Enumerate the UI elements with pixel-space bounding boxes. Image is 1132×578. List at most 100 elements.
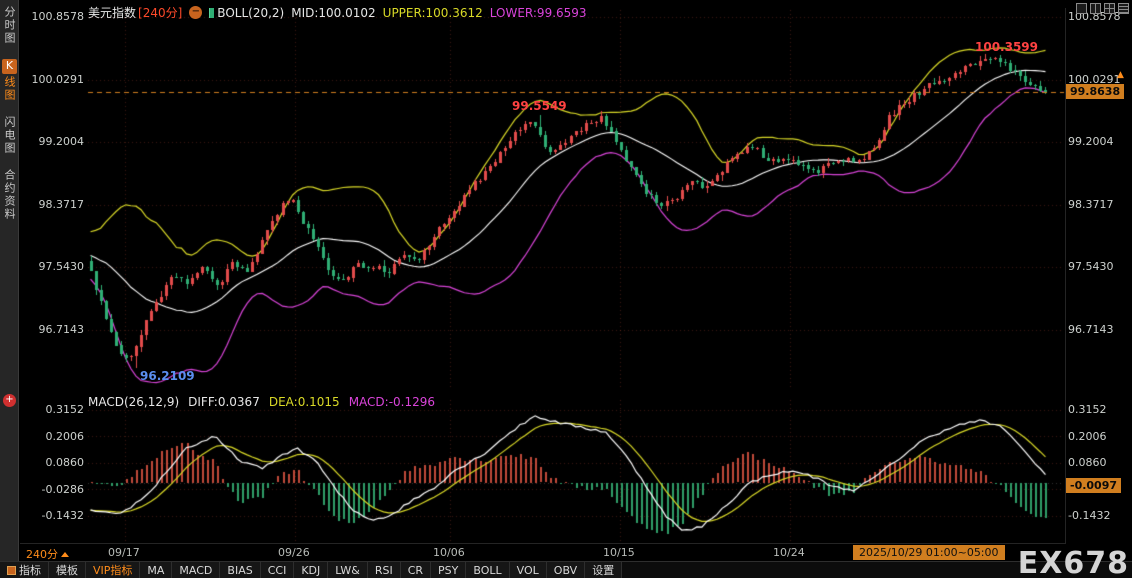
price-axis-label: 98.3717 bbox=[38, 198, 85, 211]
toolbar-button-label: 设置 bbox=[592, 564, 615, 577]
annotation-swing-high: 99.5549 bbox=[512, 99, 567, 113]
k-badge: K bbox=[2, 59, 17, 74]
sidebar-item-label: 分时图 bbox=[3, 6, 16, 45]
price-axis-label: 99.2004 bbox=[38, 135, 85, 148]
toolbar-button-label: BIAS bbox=[227, 563, 253, 577]
watermark: EX678 bbox=[1017, 546, 1129, 578]
price-axis-label: 98.3717 bbox=[1068, 198, 1114, 211]
toolbar-button-cci[interactable]: CCI bbox=[260, 562, 295, 578]
sidebar-item-lightning-chart[interactable]: 闪电图 bbox=[1, 116, 17, 155]
toolbar-button-settings[interactable]: 设置 bbox=[585, 562, 623, 578]
boll-indicator-label: BOLL(20,2) bbox=[217, 5, 285, 20]
price-axis-label: 99.2004 bbox=[1068, 135, 1114, 148]
toolbar-button-label: VOL bbox=[516, 563, 539, 577]
macd-dea-value: DEA:0.1015 bbox=[268, 395, 340, 409]
interval-selector[interactable]: 240分 bbox=[26, 546, 69, 562]
layout-quad-icon[interactable] bbox=[1104, 3, 1115, 14]
toolbar-button-psy[interactable]: PSY bbox=[431, 562, 467, 578]
date-axis-label: 10/15 bbox=[603, 546, 635, 559]
sidebar-item-label: 合约资料 bbox=[3, 169, 16, 221]
annotation-period-low: 96.2109 bbox=[140, 369, 195, 383]
macd-header: MACD(26,12,9) DIFF:0.0367 DEA:0.1015 MAC… bbox=[88, 395, 435, 409]
toolbar-button-rsi[interactable]: RSI bbox=[367, 562, 401, 578]
macd-indicator-label: MACD(26,12,9) bbox=[88, 395, 180, 409]
macd-axis-label: 0.3152 bbox=[45, 403, 85, 416]
macd-axis-label: -0.1432 bbox=[41, 509, 84, 522]
chart-header: 美元指数 [240分] − BOLL(20,2) MID:100.0102 UP… bbox=[88, 4, 587, 21]
toolbar-button-label: 指标 bbox=[19, 564, 41, 577]
toolbar-button-kdj[interactable]: KDJ bbox=[294, 562, 329, 578]
toolbar-button-cr[interactable]: CR bbox=[400, 562, 432, 578]
toolbar-button-label: MACD bbox=[179, 563, 213, 577]
toolbar-button-label: 模板 bbox=[56, 564, 78, 577]
toolbar-button-label: CR bbox=[407, 563, 424, 577]
boll-mid-value: MID:100.0102 bbox=[291, 5, 376, 20]
toolbar-button-label: BOLL bbox=[473, 563, 502, 577]
price-axis-label: 97.5430 bbox=[38, 260, 85, 273]
interval-dropdown-icon bbox=[61, 551, 69, 557]
boll-upper-value: UPPER:100.3612 bbox=[382, 5, 483, 20]
kline-chart-canvas[interactable] bbox=[0, 0, 1132, 578]
current-bar-time-box: 2025/10/29 01:00~05:00 bbox=[853, 545, 1005, 560]
indicator-toolbar: 指标 模板 VIP指标 MA MACD BIAS CCI KDJ LW& RSI… bbox=[0, 561, 1132, 578]
macd-axis-label: 0.3152 bbox=[1068, 403, 1107, 416]
price-axis-label: 96.7143 bbox=[38, 323, 85, 336]
toolbar-button-label: RSI bbox=[374, 563, 393, 577]
sidebar-item-contract-info[interactable]: 合约资料 bbox=[1, 169, 17, 221]
price-axis-label: 96.7143 bbox=[1068, 323, 1114, 336]
axis-divider-horizontal bbox=[20, 543, 1065, 544]
toolbar-button-bias[interactable]: BIAS bbox=[220, 562, 261, 578]
candle-style-icon bbox=[209, 7, 215, 18]
toolbar-button-label: PSY bbox=[438, 563, 459, 577]
toolbar-button-obv[interactable]: OBV bbox=[546, 562, 586, 578]
macd-diff-value: DIFF:0.0367 bbox=[188, 395, 260, 409]
indicator-grid-icon bbox=[7, 565, 16, 575]
toolbar-button-label: OBV bbox=[553, 563, 578, 577]
layout-list-icon[interactable] bbox=[1118, 3, 1129, 14]
toolbar-button-vol[interactable]: VOL bbox=[509, 562, 547, 578]
macd-last-value-box: -0.0097 bbox=[1066, 478, 1122, 493]
date-axis-label: 10/24 bbox=[773, 546, 805, 559]
trading-app-window: 分时图 K 线图 闪电图 合约资料 美元指数 [240分] − BOLL(20,2… bbox=[0, 0, 1132, 578]
indicator-add-icon[interactable]: + bbox=[3, 394, 16, 407]
sidebar-item-time-chart[interactable]: 分时图 bbox=[1, 6, 17, 45]
toolbar-button-label: VIP指标 bbox=[93, 564, 133, 577]
last-price-box: 99.8638 bbox=[1066, 84, 1125, 99]
sidebar-item-candle-chart[interactable]: K 线图 bbox=[1, 59, 17, 102]
interval-label: 240分 bbox=[26, 548, 58, 561]
macd-axis-label: 0.2006 bbox=[1068, 430, 1107, 443]
annotation-period-high: 100.3599 bbox=[975, 40, 1039, 54]
price-axis-label: 100.8578 bbox=[31, 10, 85, 23]
macd-axis-label: 0.0860 bbox=[45, 456, 85, 469]
macd-axis-label: 0.2006 bbox=[45, 430, 85, 443]
window-layout-controls bbox=[1076, 3, 1129, 14]
date-axis-label: 09/17 bbox=[108, 546, 140, 559]
toolbar-button-ma[interactable]: MA bbox=[140, 562, 173, 578]
toolbar-button-lw[interactable]: LW& bbox=[328, 562, 368, 578]
toolbar-button-template[interactable]: 模板 bbox=[49, 562, 86, 578]
date-axis-label: 09/26 bbox=[278, 546, 310, 559]
price-up-arrow-icon: ▲ bbox=[1117, 70, 1124, 80]
toolbar-button-label: CCI bbox=[267, 563, 287, 577]
toolbar-button-vip-indicator[interactable]: VIP指标 bbox=[86, 562, 141, 578]
layout-single-icon[interactable] bbox=[1076, 3, 1087, 14]
macd-axis-label: 0.0860 bbox=[1068, 456, 1107, 469]
date-axis-label: 10/06 bbox=[433, 546, 465, 559]
toolbar-button-macd[interactable]: MACD bbox=[172, 562, 221, 578]
interval-tag: [240分] bbox=[138, 6, 183, 20]
toolbar-button-label: KDJ bbox=[301, 563, 321, 577]
toolbar-button-label: LW& bbox=[335, 563, 360, 577]
price-axis-label: 97.5430 bbox=[1068, 260, 1114, 273]
macd-axis-label: -0.0286 bbox=[41, 483, 84, 496]
sidebar-item-label: 线图 bbox=[3, 76, 16, 102]
boll-lower-value: LOWER:99.6593 bbox=[489, 5, 587, 20]
layout-dual-icon[interactable] bbox=[1090, 3, 1101, 14]
chart-type-sidebar: 分时图 K 线图 闪电图 合约资料 bbox=[0, 0, 19, 561]
macd-axis-label: -0.1432 bbox=[1068, 509, 1111, 522]
collapse-icon[interactable]: − bbox=[189, 6, 203, 19]
macd-macd-value: MACD:-0.1296 bbox=[348, 395, 436, 409]
toolbar-button-indicator[interactable]: 指标 bbox=[0, 562, 49, 578]
toolbar-button-boll[interactable]: BOLL bbox=[466, 562, 510, 578]
symbol-label: 美元指数 bbox=[88, 6, 137, 20]
sidebar-item-label: 闪电图 bbox=[3, 116, 16, 155]
